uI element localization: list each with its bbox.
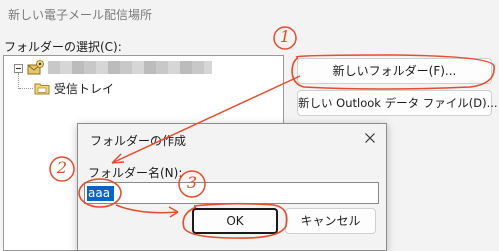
cancel-button[interactable]: キャンセル xyxy=(285,208,376,234)
tree-collapse-toggle[interactable] xyxy=(14,64,23,73)
folder-name-input[interactable] xyxy=(84,182,379,204)
ok-button[interactable]: OK xyxy=(192,208,278,234)
tree-item-inbox[interactable]: 受信トレイ xyxy=(54,80,114,97)
step3-number: 3 xyxy=(186,173,198,192)
tree-connector xyxy=(18,73,19,89)
create-folder-dialog: フォルダーの作成 フォルダー名(N): aaa OK キャンセル xyxy=(77,123,387,251)
new-data-file-button[interactable]: 新しい Outlook データ ファイル(D)... xyxy=(297,90,498,116)
folder-name-value: aaa xyxy=(87,186,114,201)
folder-icon xyxy=(34,83,50,95)
account-icon xyxy=(27,60,44,75)
step2-number: 2 xyxy=(56,158,68,177)
new-folder-button[interactable]: 新しいフォルダー(F)... xyxy=(297,58,492,84)
dialog-title: フォルダーの作成 xyxy=(90,134,187,148)
tree-connector xyxy=(19,88,33,89)
account-name-redacted[interactable] xyxy=(48,61,212,74)
window-title: 新しい電子メール配信場所 xyxy=(8,8,153,22)
close-icon[interactable] xyxy=(362,130,378,146)
folder-select-label: フォルダーの選択(C): xyxy=(4,40,122,54)
step1-number: 1 xyxy=(279,27,291,46)
folder-name-label: フォルダー名(N): xyxy=(88,166,183,180)
